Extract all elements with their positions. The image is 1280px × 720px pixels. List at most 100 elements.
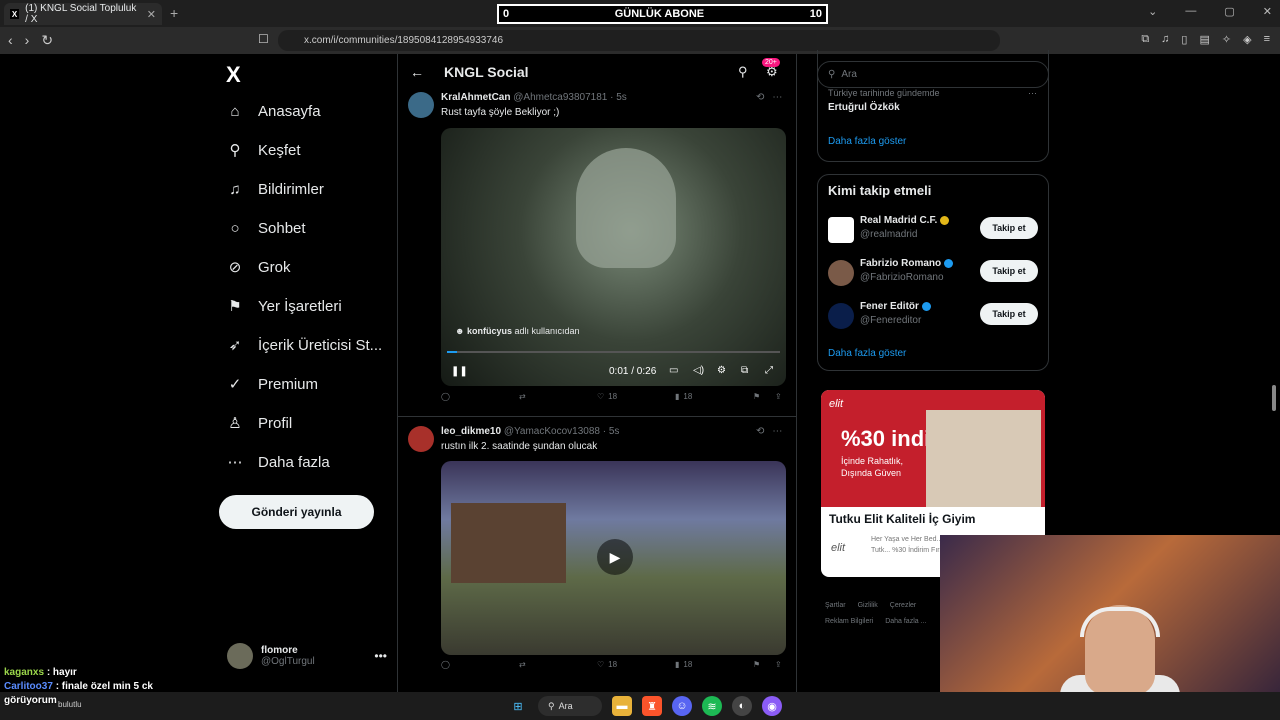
nav-bookmarks[interactable]: ⚑ Yer İşaretleri [226, 297, 341, 316]
fullscreen-icon[interactable]: ⤢ [765, 365, 773, 376]
nav-home[interactable]: ⌂ Anasayfa [226, 102, 320, 120]
post-author[interactable]: leo_dikme10 @YamacKocov13088 · 5s [441, 426, 619, 437]
nav-grok[interactable]: ⊘ Grok [226, 258, 291, 277]
nav-chat[interactable]: ○ Sohbet [226, 219, 305, 237]
post-author[interactable]: KralAhmetCan @Ahmetca93807181 · 5s [441, 92, 627, 103]
more-icon[interactable]: ⋯ [1028, 88, 1037, 99]
ad-title[interactable]: Tutku Elit Kaliteli İç Giyim [829, 512, 975, 526]
stream-chat: kaganxs : hayır Carlitoo37 : finale özel… [4, 666, 153, 708]
avatar[interactable] [408, 426, 434, 452]
bookmark-icon[interactable]: ⚑ [753, 392, 760, 401]
footer-link[interactable]: Şartlar [825, 602, 846, 609]
video-thumbnail[interactable]: ▶ [441, 461, 786, 655]
scrollbar-thumb[interactable] [1272, 385, 1276, 411]
close-window-icon[interactable]: ✕ [1263, 5, 1272, 18]
tab-list-icon[interactable]: ⌄ [1148, 5, 1157, 18]
reload-icon[interactable]: ↻ [41, 32, 53, 49]
pause-icon[interactable]: ❚❚ [451, 366, 468, 377]
trend-title[interactable]: Ertuğrul Özkök [828, 102, 900, 113]
footer-link[interactable]: Çerezler [890, 602, 916, 609]
nav-explore[interactable]: ⚲ Keşfet [226, 141, 301, 160]
reply-icon[interactable]: ◯ [441, 392, 450, 401]
show-more-link[interactable]: Daha fazla göster [828, 348, 906, 359]
file-explorer-icon[interactable]: ▬ [612, 696, 632, 716]
maximize-icon[interactable]: ▢ [1224, 5, 1234, 18]
author-name[interactable]: KralAhmetCan [441, 92, 510, 103]
new-tab-icon[interactable]: + [170, 5, 178, 21]
footer-link[interactable]: Gizlilik [858, 602, 878, 609]
share-icon[interactable]: ⇪ [775, 392, 782, 401]
back-arrow-icon[interactable]: ← [410, 64, 424, 80]
nav-profile[interactable]: ♙ Profil [226, 414, 292, 433]
menu-icon[interactable]: ≡ [1264, 33, 1270, 46]
video-time: 0:01 / 0:26 [609, 366, 657, 377]
url-bar[interactable]: x.com/i/communities/1895084128954933746 [278, 30, 1000, 51]
taskbar-search[interactable]: ⚲ Ara [538, 696, 602, 716]
sidebar-icon[interactable]: ▯ [1181, 33, 1187, 46]
share-icon[interactable]: ⇪ [775, 660, 782, 669]
follow-button[interactable]: Takip et [980, 217, 1038, 239]
app-icon[interactable]: ◐ [732, 696, 752, 716]
minimize-icon[interactable]: — [1185, 5, 1196, 18]
discord-icon[interactable]: ☺ [672, 696, 692, 716]
wallet-icon[interactable]: ▤ [1199, 33, 1209, 46]
show-more-link[interactable]: Daha fazla göster [828, 136, 906, 147]
post[interactable]: KralAhmetCan @Ahmetca93807181 · 5s Rust … [398, 92, 796, 412]
notification-badge: 20+ [762, 58, 780, 67]
forward-icon[interactable]: › [25, 32, 30, 49]
footer-link[interactable]: Reklam Bilgileri [825, 618, 873, 625]
views-button[interactable]: ▮ 18 [675, 392, 692, 401]
suggestion-row[interactable]: Fener Editör @Fenereditor Takip et [828, 301, 1040, 331]
video-player[interactable]: ☻ konfücyus adlı kullanıcıdan ❚❚ 0:01 / … [441, 128, 786, 386]
nav-label: Bildirimler [258, 180, 324, 198]
post-button[interactable]: Gönderi yayınla [219, 495, 374, 529]
pip-icon[interactable]: ⧉ [741, 365, 748, 376]
like-button[interactable]: ♡ 18 [597, 660, 617, 669]
search-icon[interactable]: ⚲ [738, 64, 748, 80]
post[interactable]: leo_dikme10 @YamacKocov13088 · 5s rustın… [398, 426, 796, 694]
more-icon[interactable]: ⋯ [772, 426, 782, 437]
bookmark-icon[interactable]: ⚑ [753, 660, 760, 669]
media-icon[interactable]: ♫ [1161, 33, 1169, 46]
suggestion-row[interactable]: Fabrizio Romano @FabrizioRomano Takip et [828, 258, 1040, 288]
more-icon[interactable]: ⋯ [772, 92, 782, 103]
grok-icon[interactable]: ⟲ [756, 92, 764, 103]
timeline-header: ← KNGL Social ⚲ ⚙ 20+ [398, 54, 796, 90]
footer-link[interactable]: Daha fazla ... [885, 618, 926, 625]
repost-icon[interactable]: ⇄ [519, 660, 526, 669]
nav-premium[interactable]: ✓ Premium [226, 375, 318, 394]
video-progress[interactable] [447, 351, 780, 353]
reply-icon[interactable]: ◯ [441, 660, 450, 669]
repost-icon[interactable]: ⇄ [519, 392, 526, 401]
follow-button[interactable]: Takip et [980, 303, 1038, 325]
grok-icon[interactable]: ⟲ [756, 426, 764, 437]
browser-tab[interactable]: X (1) KNGL Social Topluluk / X ✕ [4, 3, 162, 25]
play-icon[interactable]: ▶ [597, 539, 633, 575]
x-logo-icon[interactable]: X [226, 62, 241, 88]
extensions-icon[interactable]: ⧉ [1141, 33, 1149, 46]
leo-icon[interactable]: ✧ [1222, 33, 1231, 46]
brave-icon[interactable]: ♜ [642, 696, 662, 716]
close-tab-icon[interactable]: ✕ [147, 8, 156, 21]
settings-icon[interactable]: ⚙ [717, 365, 726, 376]
volume-icon[interactable]: ◁) [693, 365, 704, 376]
taskbar-search-label: Ara [558, 701, 573, 711]
nav-notifications[interactable]: ♫ Bildirimler [226, 180, 324, 198]
back-icon[interactable]: ‹ [8, 32, 13, 49]
account-switcher[interactable]: flomore @OglTurgul ••• [227, 643, 387, 669]
more-options-icon[interactable]: ••• [374, 649, 387, 663]
spotify-icon[interactable]: ≋ [702, 696, 722, 716]
obs-icon[interactable]: ◉ [762, 696, 782, 716]
bookmark-page-icon[interactable]: ☐ [258, 32, 269, 46]
suggestion-row[interactable]: Real Madrid C.F. @realmadrid Takip et [828, 215, 1040, 245]
start-icon[interactable]: ⊞ [508, 696, 528, 716]
like-button[interactable]: ♡ 18 [597, 392, 617, 401]
follow-button[interactable]: Takip et [980, 260, 1038, 282]
nav-creator-studio[interactable]: ➶ İçerik Üreticisi St... [226, 336, 382, 355]
author-name[interactable]: leo_dikme10 [441, 426, 501, 437]
nav-more[interactable]: ⋯ Daha fazla [226, 453, 330, 472]
views-button[interactable]: ▮ 18 [675, 660, 692, 669]
vpn-icon[interactable]: ◈ [1243, 33, 1251, 46]
avatar[interactable] [408, 92, 434, 118]
captions-icon[interactable]: ▭ [669, 365, 678, 376]
